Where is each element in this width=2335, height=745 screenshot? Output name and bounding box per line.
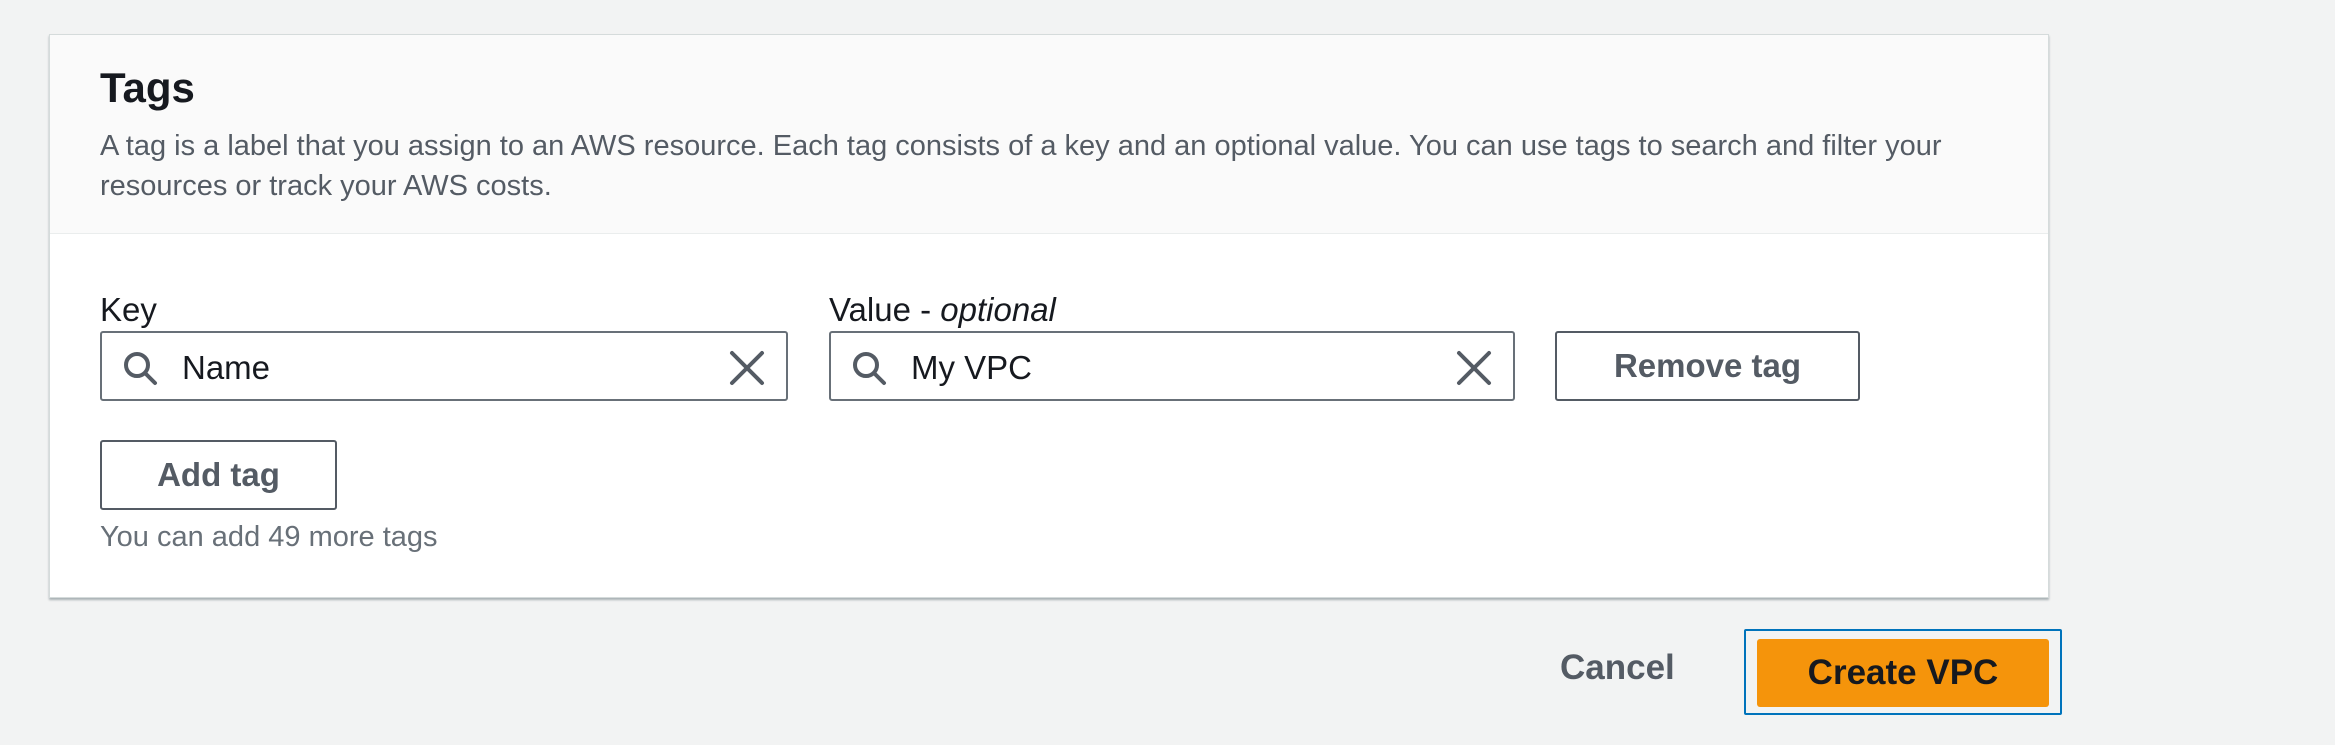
value-label: Value - optional xyxy=(829,293,1056,326)
tag-key-input[interactable]: Name xyxy=(100,331,788,401)
tag-key-value: Name xyxy=(182,349,271,386)
remove-tag-button[interactable]: Remove tag xyxy=(1555,331,1860,401)
tag-value-value: My VPC xyxy=(911,349,1033,386)
tag-value-input[interactable]: My VPC xyxy=(829,331,1515,401)
tags-panel: Tags A tag is a label that you assign to… xyxy=(49,34,2049,598)
panel-description: A tag is a label that you assign to an A… xyxy=(100,130,1942,202)
add-tag-button[interactable]: Add tag xyxy=(100,440,337,510)
remaining-tags-hint: You can add 49 more tags xyxy=(100,521,438,553)
value-label-optional: optional xyxy=(940,291,1056,328)
create-vpc-button[interactable]: Create VPC xyxy=(1757,639,2049,707)
panel-title: Tags xyxy=(100,64,195,111)
key-label: Key xyxy=(100,291,157,328)
tags-panel-header: Tags A tag is a label that you assign to… xyxy=(50,35,2048,234)
cancel-button[interactable]: Cancel xyxy=(1560,650,1675,685)
value-label-text: Value - xyxy=(829,291,941,328)
